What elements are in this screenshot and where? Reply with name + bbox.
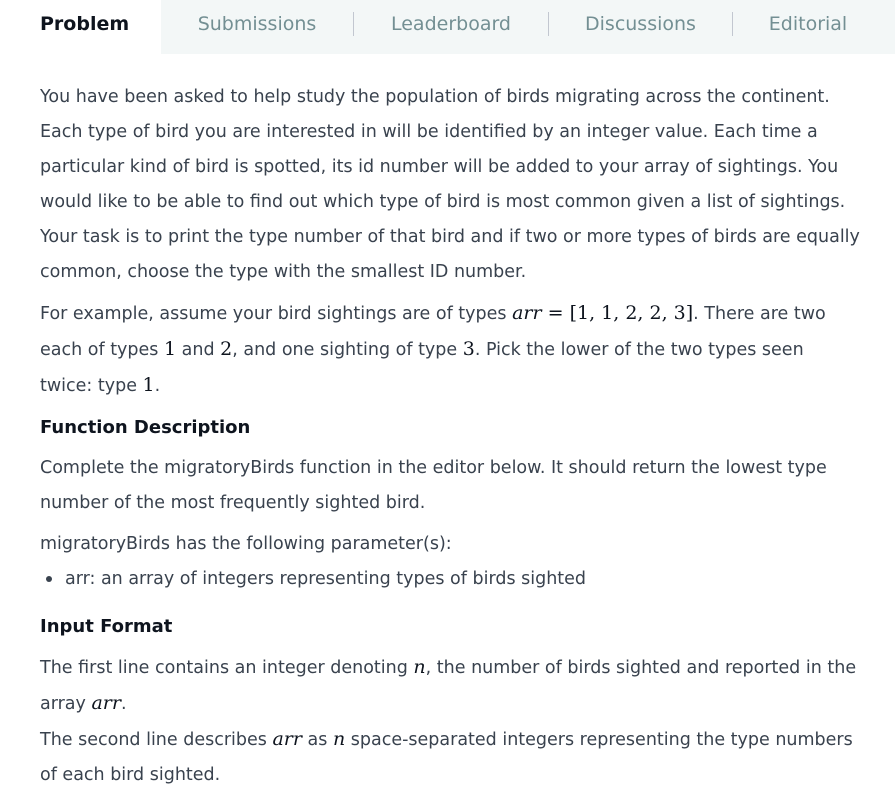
parameter-text: arr: an array of integers representing t… bbox=[65, 569, 587, 589]
function-description-text: Complete the migratoryBirds function in … bbox=[40, 458, 827, 513]
input-text: The second line describes bbox=[40, 730, 273, 750]
input-text: . bbox=[120, 694, 127, 714]
math-number: 3 bbox=[462, 338, 475, 360]
tab-problem[interactable]: Problem bbox=[0, 0, 161, 54]
tab-editorial[interactable]: Editorial bbox=[733, 0, 883, 48]
math-var-n: n bbox=[332, 728, 346, 750]
list-item: arr: an array of integers representing t… bbox=[40, 562, 860, 597]
math-number: 1 bbox=[142, 374, 155, 396]
bullet-icon bbox=[46, 576, 52, 582]
math-var-n: n bbox=[413, 656, 426, 678]
parameters-intro: migratoryBirds has the following paramet… bbox=[40, 534, 452, 554]
function-description-heading: Function Description bbox=[40, 417, 251, 438]
math-number: 2 bbox=[220, 338, 233, 360]
math-number: 1 bbox=[163, 338, 177, 360]
input-text: as bbox=[301, 730, 333, 750]
tab-leaderboard[interactable]: Leaderboard bbox=[354, 0, 548, 48]
tab-submissions[interactable]: Submissions bbox=[161, 0, 353, 48]
statement-example: For example, assume your bird sightings … bbox=[40, 296, 860, 404]
problem-statement: You have been asked to help study the po… bbox=[40, 80, 860, 799]
example-text: and bbox=[176, 340, 221, 360]
input-format-line-2: The second line describes arr as n space… bbox=[40, 722, 860, 793]
input-text: The first line contains an integer denot… bbox=[40, 658, 414, 678]
tab-bar: Problem Submissions Leaderboard Discussi… bbox=[0, 0, 895, 54]
math-var-arr: arr bbox=[91, 692, 121, 714]
tab-discussions[interactable]: Discussions bbox=[549, 0, 732, 48]
math-var-arr: arr bbox=[272, 728, 302, 750]
statement-intro: You have been asked to help study the po… bbox=[40, 87, 860, 282]
input-format-line-1: The first line contains an integer denot… bbox=[40, 650, 860, 722]
math-equals: = bbox=[541, 302, 570, 324]
math-var-arr: arr bbox=[512, 302, 542, 324]
parameter-list: arr: an array of integers representing t… bbox=[40, 562, 860, 597]
example-text: , and one sighting of type bbox=[232, 340, 463, 360]
example-text: For example, assume your bird sightings … bbox=[40, 304, 513, 324]
example-text: . bbox=[154, 376, 161, 396]
math-array-value: [1, 1, 2, 2, 3] bbox=[569, 302, 694, 324]
input-format-heading: Input Format bbox=[40, 616, 173, 637]
